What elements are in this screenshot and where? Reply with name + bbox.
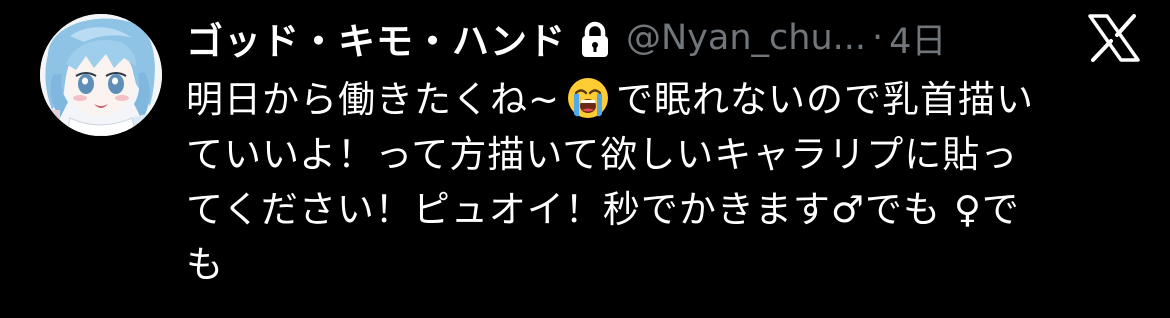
tweet-text-line-2: ていいよ！って方描いて欲しいキャラリプに貼っ xyxy=(186,133,1019,176)
user-handle[interactable]: @Nyan_chu... xyxy=(626,18,866,58)
tweet-text-segment: で眠れないので乳首描い xyxy=(616,78,1035,121)
tweet-card[interactable]: ゴッド・キモ・ハンド @Nyan_chu... · 4日 明日から働きたくね~ xyxy=(0,0,1170,318)
tweet-header: ゴッド・キモ・ハンド @Nyan_chu... · 4日 xyxy=(186,10,1086,66)
tweet-text-line-3: てください！ピュオイ！秒でかきます♂でも ♀で xyxy=(186,188,1020,231)
tweet-text-line-4: も xyxy=(186,243,224,286)
tweet-text-line-1: 明日から働きたくね~ で眠れないので乳首描い xyxy=(186,72,1146,127)
avatar-illustration-icon xyxy=(40,14,162,136)
avatar[interactable] xyxy=(40,14,162,136)
timestamp[interactable]: 4日 xyxy=(889,13,946,64)
display-name[interactable]: ゴッド・キモ・ハンド xyxy=(186,11,566,65)
x-logo-icon[interactable] xyxy=(1088,14,1140,62)
lock-icon xyxy=(578,20,612,60)
separator-dot: · xyxy=(872,18,884,58)
loudly-crying-face-emoji-icon xyxy=(566,76,610,120)
tweet-text-segment: 明日から働きたくね~ xyxy=(186,78,561,121)
tweet-text: 明日から働きたくね~ で眠れないので乳首描い ていいよ！って方描いて欲しいキャラ… xyxy=(186,72,1146,292)
